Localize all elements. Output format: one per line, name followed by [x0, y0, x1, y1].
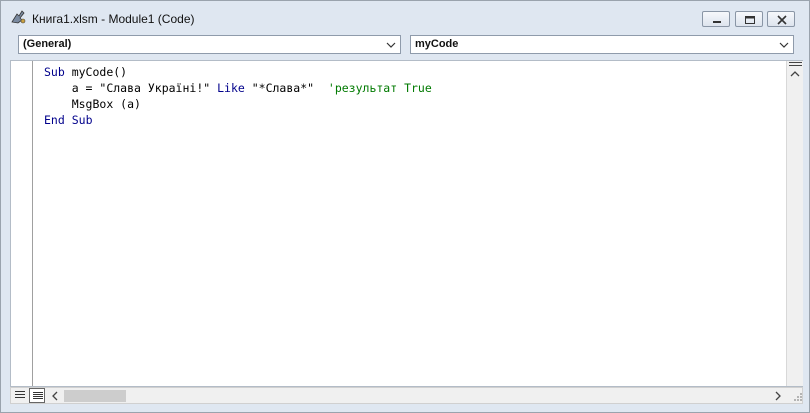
code-comment: 'результат True — [327, 81, 432, 95]
code-text-segment: MsgBox (a) — [71, 97, 141, 111]
vertical-scrollbar[interactable] — [786, 61, 803, 386]
code-text-segment: myCode() — [64, 65, 128, 79]
scroll-left-arrow-icon[interactable] — [51, 391, 59, 401]
scroll-right-arrow-icon[interactable] — [774, 391, 782, 401]
code-line: MsgBox (a) — [44, 96, 432, 112]
object-dropdown[interactable]: (General) — [18, 35, 401, 54]
close-button[interactable] — [767, 11, 795, 27]
code-line: End Sub — [44, 112, 432, 128]
chevron-down-icon — [386, 42, 396, 48]
full-module-view-button[interactable] — [29, 388, 45, 403]
maximize-button[interactable] — [735, 11, 763, 27]
object-dropdown-value: (General) — [23, 38, 72, 50]
keyword: Sub — [44, 65, 65, 79]
code-text[interactable]: Sub myCode() a = "Слава Україні!" Like "… — [44, 64, 432, 128]
minimize-icon — [713, 21, 721, 23]
keyword: End — [44, 113, 65, 127]
maximize-icon — [745, 16, 755, 24]
code-line: Sub myCode() — [44, 64, 432, 80]
code-text-segment: "*Слава*" — [244, 81, 328, 95]
resize-grip-icon[interactable] — [791, 390, 803, 402]
code-editor[interactable]: Sub myCode() a = "Слава Україні!" Like "… — [10, 60, 803, 387]
procedure-dropdown-value: myCode — [415, 38, 459, 50]
code-text-segment: a = "Слава Україні!" — [71, 81, 218, 95]
bottom-bar — [10, 387, 803, 404]
code-window: Книга1.xlsm - Module1 (Code) (General) m… — [0, 0, 810, 413]
procedure-dropdown[interactable]: myCode — [410, 35, 794, 54]
procedure-view-icon — [15, 391, 25, 398]
split-bar-handle[interactable] — [789, 62, 802, 66]
keyword: Sub — [71, 113, 93, 127]
procedure-view-button[interactable] — [12, 388, 28, 403]
margin-indicator-bar[interactable] — [11, 61, 33, 386]
minimize-button[interactable] — [702, 11, 730, 27]
window-title: Книга1.xlsm - Module1 (Code) — [32, 12, 195, 26]
title-bar[interactable]: Книга1.xlsm - Module1 (Code) — [1, 1, 809, 33]
code-line: a = "Слава Україні!" Like "*Слава*" 'рез… — [44, 80, 432, 96]
chevron-down-icon — [779, 42, 789, 48]
horizontal-scroll-thumb[interactable] — [64, 390, 126, 402]
scroll-up-arrow-icon[interactable] — [790, 70, 800, 78]
code-text-segment — [65, 113, 72, 127]
keyword: Like — [217, 81, 245, 95]
full-module-view-icon — [33, 392, 43, 399]
close-icon — [777, 15, 787, 25]
vba-module-icon — [11, 10, 26, 24]
